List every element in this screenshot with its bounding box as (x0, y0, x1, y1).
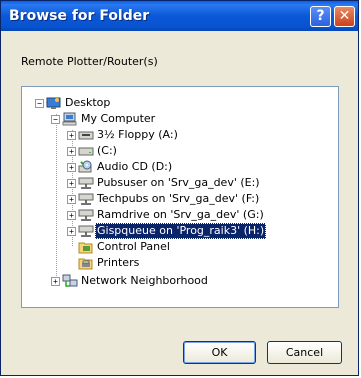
close-icon: ✕ (338, 8, 351, 24)
tree-item-desktop[interactable]: − Desktop (22, 95, 338, 111)
tree-item-label: Gispqueue on 'Prog_raik3' (H:) (95, 223, 267, 239)
close-button[interactable]: ✕ (334, 6, 355, 27)
tree-item-label: Techpubs on 'Srv_ga_dev' (F:) (97, 192, 260, 205)
cancel-button[interactable]: Cancel (267, 341, 342, 364)
floppy-drive-icon (78, 128, 94, 142)
tree-item-label: (C:) (97, 144, 117, 157)
tree-item-label: 3½ Floppy (A:) (97, 128, 178, 141)
tree-item-control-panel[interactable]: Control Panel (22, 239, 338, 255)
dialog-description: Remote Plotter/Router(s) (21, 55, 158, 68)
folder-tree[interactable]: − Desktop − My Computer + 3½ Floppy (A:)… (21, 86, 339, 308)
tree-item-drive[interactable]: + Techpubs on 'Srv_ga_dev' (F:) (22, 191, 338, 207)
tree-item-my-computer[interactable]: − My Computer (22, 111, 338, 127)
tree-item-label: Control Panel (97, 240, 170, 253)
tree-item-label: Pubsuser on 'Srv_ga_dev' (E:) (97, 176, 260, 189)
tree-item-drive[interactable]: + Pubsuser on 'Srv_ga_dev' (E:) (22, 175, 338, 191)
cd-drive-icon (78, 160, 94, 174)
title-bar[interactable]: Browse for Folder ? ✕ (1, 1, 358, 31)
expand-toggle-icon[interactable]: + (51, 277, 60, 286)
tree-item-drive[interactable]: + (C:) (22, 143, 338, 159)
help-button[interactable]: ? (310, 6, 331, 27)
question-mark-icon: ? (316, 8, 325, 24)
network-drive-icon (78, 176, 94, 190)
expand-toggle-icon[interactable]: + (67, 147, 76, 156)
expand-toggle-icon[interactable]: + (67, 195, 76, 204)
expand-toggle-icon[interactable]: + (67, 163, 76, 172)
network-drive-icon (78, 224, 94, 238)
desktop-icon (46, 96, 62, 110)
tree-item-drive[interactable]: + Audio CD (D:) (22, 159, 338, 175)
network-drive-icon (78, 192, 94, 206)
tree-item-drive[interactable]: + Ramdrive on 'Srv_ga_dev' (G:) (22, 207, 338, 223)
collapse-toggle-icon[interactable]: − (51, 115, 60, 124)
tree-item-label: Ramdrive on 'Srv_ga_dev' (G:) (97, 208, 264, 221)
tree-item-drive[interactable]: + 3½ Floppy (A:) (22, 127, 338, 143)
my-computer-icon (62, 112, 78, 126)
expand-toggle-icon[interactable]: + (67, 211, 76, 220)
tree-item-label: Printers (97, 256, 140, 269)
tree-item-network-neighborhood[interactable]: + Network Neighborhood (22, 273, 338, 289)
tree-item-label: Audio CD (D:) (97, 160, 173, 173)
tree-item-label: My Computer (81, 112, 156, 125)
collapse-toggle-icon[interactable]: − (35, 99, 44, 108)
tree-item-printers[interactable]: Printers (22, 255, 338, 271)
tree-item-label: Network Neighborhood (81, 274, 208, 287)
hard-drive-icon (78, 144, 94, 158)
printers-icon (78, 256, 94, 270)
tree-item-label: Desktop (65, 96, 111, 109)
tree-item-drive-selected[interactable]: + Gispqueue on 'Prog_raik3' (H:) (22, 223, 338, 239)
network-drive-icon (78, 208, 94, 222)
browse-for-folder-dialog: Browse for Folder ? ✕ Remote Plotter/Rou… (0, 0, 359, 376)
expand-toggle-icon[interactable]: + (67, 227, 76, 236)
expand-toggle-icon[interactable]: + (67, 131, 76, 140)
network-neighborhood-icon (62, 274, 78, 288)
control-panel-icon (78, 240, 94, 254)
ok-button[interactable]: OK (183, 341, 256, 364)
window-title: Browse for Folder (9, 8, 150, 24)
expand-toggle-icon[interactable]: + (67, 179, 76, 188)
